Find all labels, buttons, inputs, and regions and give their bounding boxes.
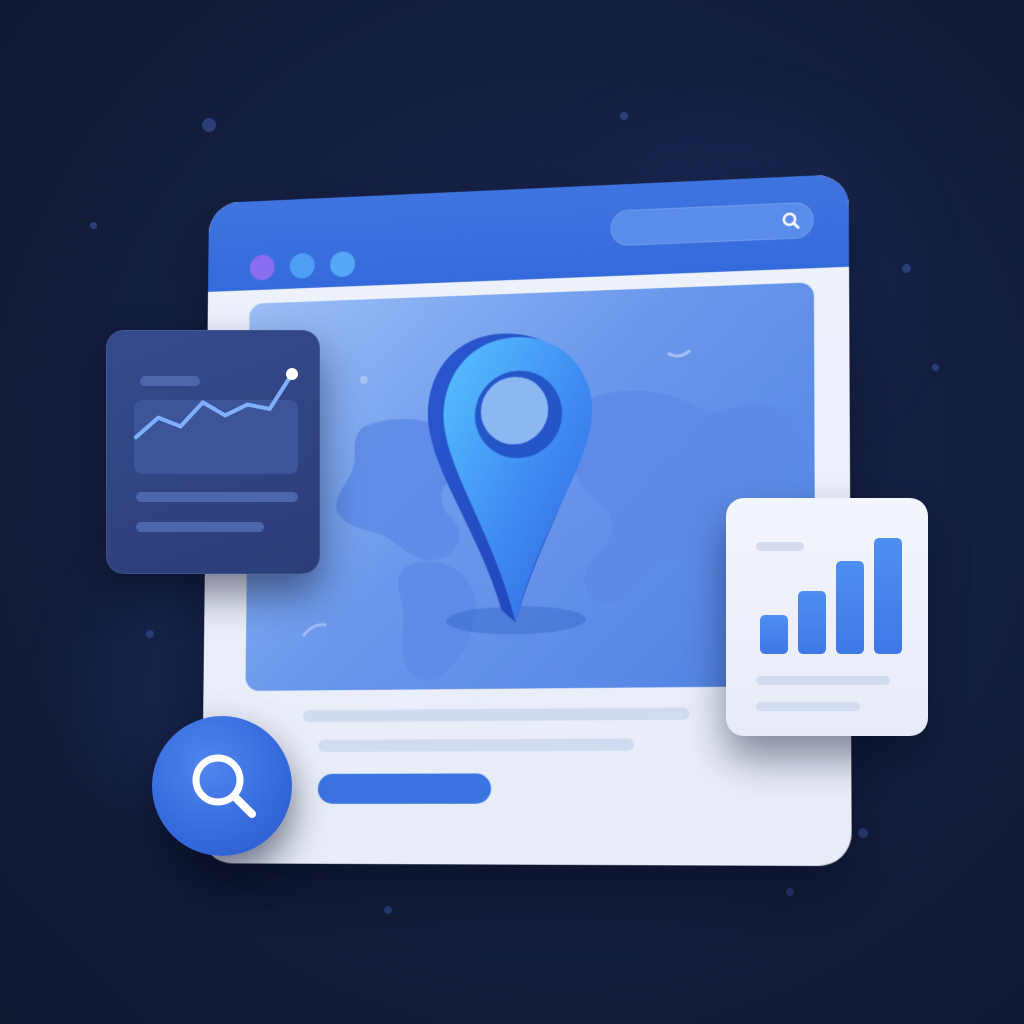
card-text-line (756, 676, 890, 685)
background-dot (932, 364, 939, 371)
search-button[interactable] (152, 716, 292, 856)
bar-chart-card[interactable] (726, 498, 928, 736)
bar-chart-column (760, 615, 788, 654)
background-dot (858, 828, 868, 838)
background-dot (202, 118, 216, 132)
line-chart-card[interactable] (106, 330, 320, 574)
background-dot (902, 264, 911, 273)
bar-chart-column (874, 538, 902, 654)
background-dot (384, 906, 392, 914)
search-icon (152, 716, 292, 856)
bar-chart-icon (726, 498, 928, 736)
bar-chart-column (836, 561, 864, 654)
content-text-line (303, 707, 689, 722)
card-text-line (136, 522, 264, 532)
address-bar[interactable] (611, 202, 814, 247)
window-control-dot-icon[interactable] (290, 253, 315, 279)
line-chart-icon (106, 330, 320, 574)
background-dot (620, 112, 628, 120)
line-chart-endpoint (286, 368, 298, 380)
search-icon[interactable] (781, 210, 802, 231)
action-button[interactable] (318, 773, 491, 803)
content-text-line (318, 738, 634, 752)
bar-chart-column (798, 591, 826, 654)
window-control-dot-icon[interactable] (330, 251, 355, 277)
card-text-line (756, 702, 860, 711)
background-dot (90, 222, 97, 229)
card-text-line (136, 492, 298, 502)
browser-titlebar (208, 174, 849, 292)
window-control-dot-icon[interactable] (250, 254, 275, 280)
background-dot (786, 888, 794, 896)
background-dot (146, 630, 154, 638)
